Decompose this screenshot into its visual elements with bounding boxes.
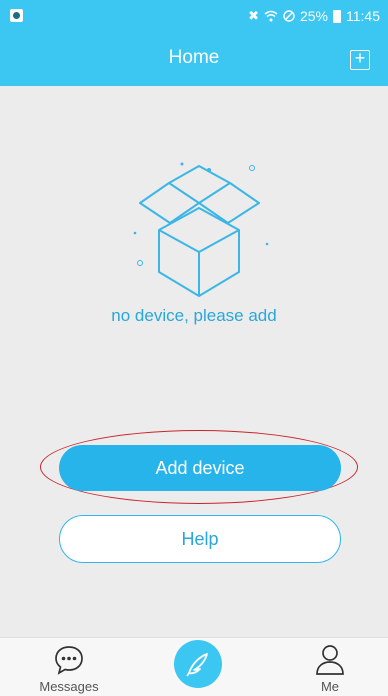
mute-icon: ✖ <box>248 8 259 23</box>
chat-bubble-icon <box>55 646 83 675</box>
app-notification-icon <box>10 9 23 22</box>
status-indicators: ✖ 25% 11:45 <box>248 8 380 24</box>
wifi-icon <box>264 10 278 22</box>
empty-state-text: no device, please add <box>111 306 277 325</box>
center-action-button[interactable] <box>174 640 222 688</box>
battery-percent: 25% <box>299 8 328 24</box>
tab-me[interactable]: Me <box>285 638 375 696</box>
tab-messages[interactable]: Messages <box>24 638 114 696</box>
add-icon-button[interactable]: + <box>350 48 370 70</box>
status-bar: ✖ 25% 11:45 <box>0 0 388 34</box>
person-icon <box>316 645 344 675</box>
tab-messages-label: Messages <box>39 679 99 694</box>
empty-box-icon <box>133 162 269 297</box>
page-title: Home <box>168 47 220 68</box>
help-button[interactable]: Help <box>59 515 341 563</box>
status-time: 11:45 <box>346 8 380 24</box>
app-header: Home + <box>0 34 388 86</box>
feather-icon <box>186 653 208 677</box>
plus-square-icon: + <box>354 48 366 68</box>
tab-me-label: Me <box>320 679 340 694</box>
no-sim-icon <box>283 10 295 22</box>
battery-icon <box>333 9 341 23</box>
add-device-button[interactable]: Add device <box>59 445 341 491</box>
